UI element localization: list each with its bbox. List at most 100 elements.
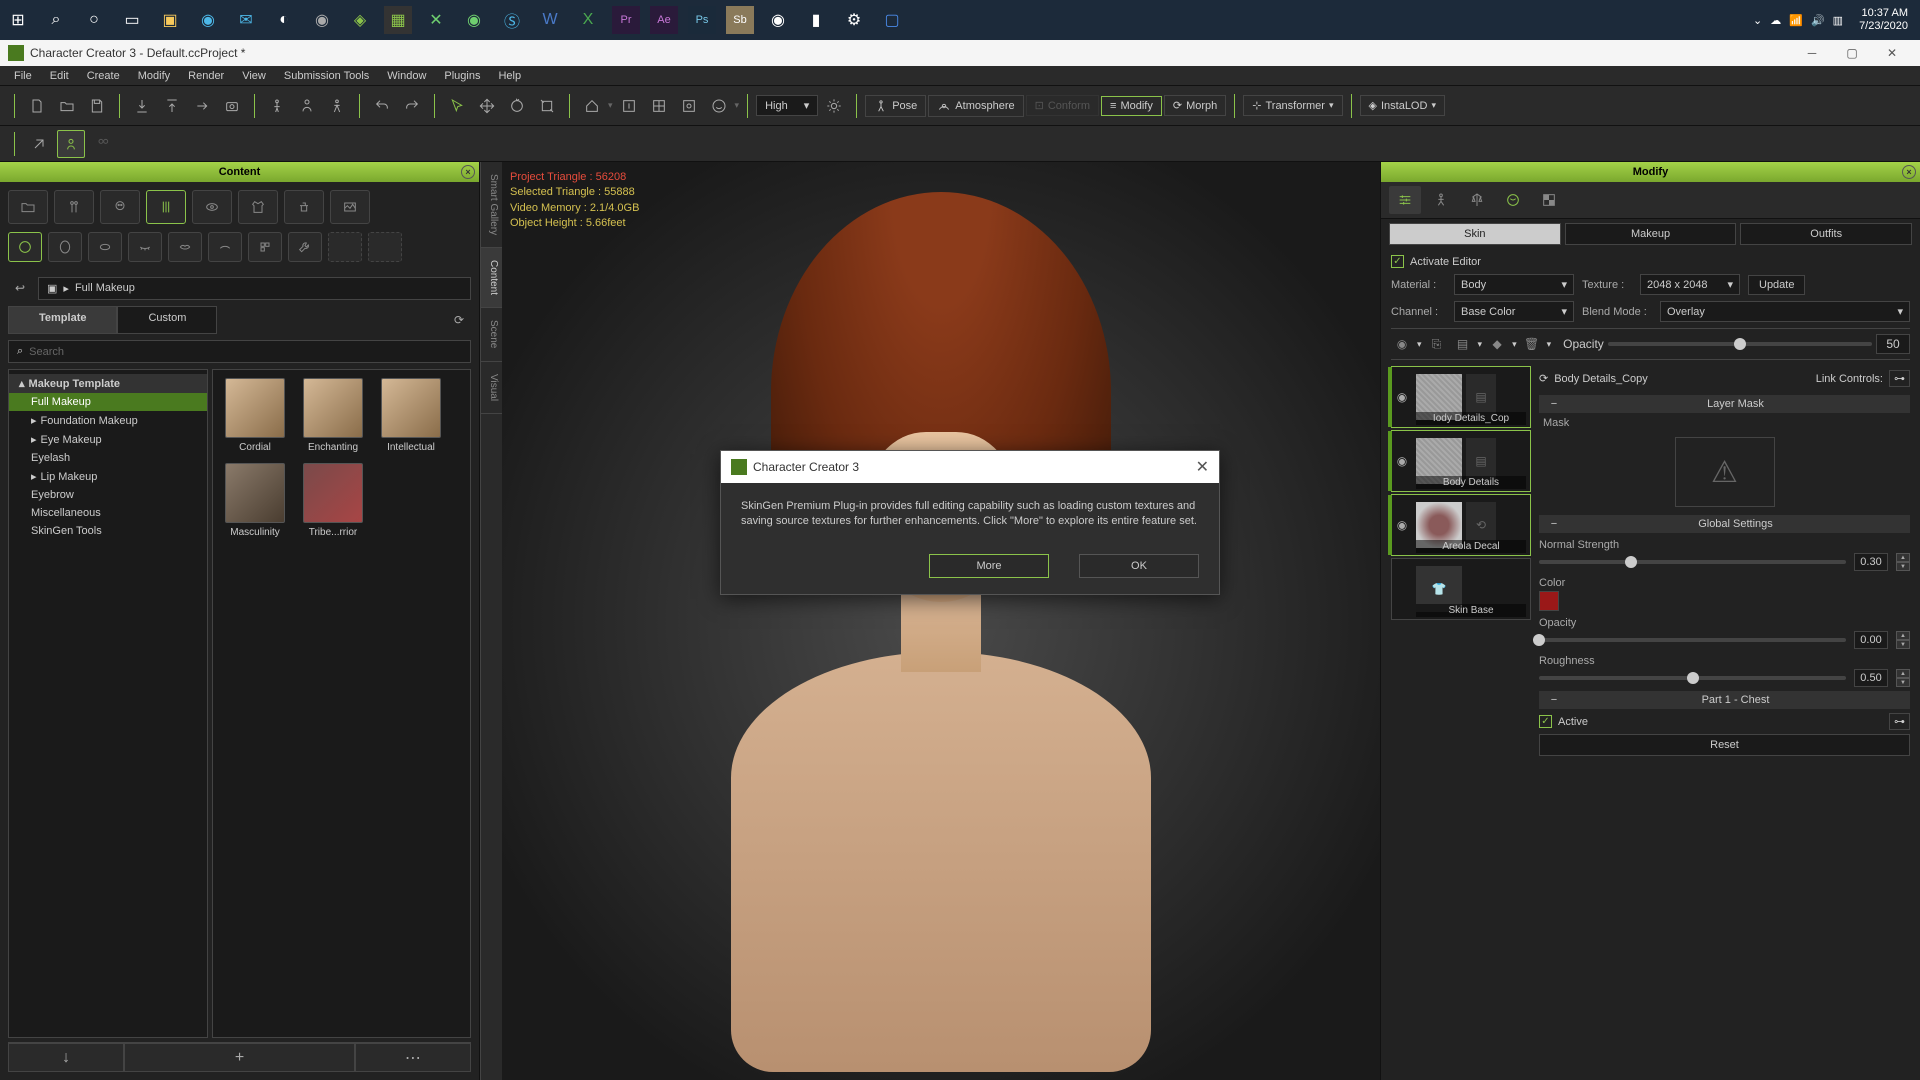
rotate-icon[interactable]: [503, 92, 531, 120]
cat-body-icon[interactable]: [54, 190, 94, 224]
layer-body-details[interactable]: ◉ ▤ Body Details: [1391, 430, 1531, 492]
premiere-icon[interactable]: Pr: [612, 6, 640, 34]
opacity-value[interactable]: 50: [1876, 334, 1910, 354]
cat-scene-icon[interactable]: [330, 190, 370, 224]
roughness-stepper[interactable]: ▲▼: [1896, 669, 1910, 687]
link-icon[interactable]: ⊶: [1889, 370, 1910, 387]
channel-select[interactable]: Base Color▾: [1454, 301, 1574, 322]
texture-select[interactable]: 2048 x 2048▾: [1640, 274, 1740, 295]
thumb-tribe[interactable]: Tribe...rrior: [299, 463, 367, 538]
menu-help[interactable]: Help: [490, 68, 529, 84]
sub-brow-icon[interactable]: [208, 232, 242, 262]
thumb-intellectual[interactable]: Intellectual: [377, 378, 445, 453]
layer-body-details-copy[interactable]: ◉ ▤ Iody Details_Cop: [1391, 366, 1531, 428]
sub-eye-icon[interactable]: [88, 232, 122, 262]
tab-template[interactable]: Template: [8, 306, 117, 334]
sub-tool-icon[interactable]: [288, 232, 322, 262]
sub-empty1[interactable]: [328, 232, 362, 262]
minimize-button[interactable]: ─: [1792, 41, 1832, 65]
side-tab-scene[interactable]: Scene: [481, 308, 502, 361]
grid3-icon[interactable]: [675, 92, 703, 120]
app2-icon[interactable]: ✕: [422, 6, 450, 34]
explorer-icon[interactable]: ▣: [156, 6, 184, 34]
tool-a-icon[interactable]: [25, 130, 53, 158]
tool-c-icon[interactable]: [89, 130, 117, 158]
menu-submission[interactable]: Submission Tools: [276, 68, 377, 84]
sub-face-icon[interactable]: [8, 232, 42, 262]
home-icon[interactable]: [578, 92, 606, 120]
select-icon[interactable]: [443, 92, 471, 120]
cat-shirt-icon[interactable]: [238, 190, 278, 224]
layer-vis-icon[interactable]: ◉: [1392, 390, 1412, 404]
tree-lip-makeup[interactable]: ▸Lip Makeup: [9, 467, 207, 486]
edge-icon[interactable]: ◉: [194, 6, 222, 34]
tree-misc[interactable]: Miscellaneous: [9, 504, 207, 522]
update-button[interactable]: Update: [1748, 275, 1805, 295]
sub-mask-icon[interactable]: [48, 232, 82, 262]
word-icon[interactable]: W: [536, 6, 564, 34]
modify-close-icon[interactable]: ×: [1902, 165, 1916, 179]
clock[interactable]: 10:37 AM 7/23/2020: [1851, 7, 1916, 33]
tree-eye-makeup[interactable]: ▸Eye Makeup: [9, 430, 207, 449]
section-layer-mask[interactable]: −Layer Mask: [1539, 395, 1910, 413]
normal-stepper[interactable]: ▲▼: [1896, 553, 1910, 571]
down-button[interactable]: ↓: [8, 1043, 124, 1072]
tree-foundation[interactable]: ▸Foundation Makeup: [9, 411, 207, 430]
close-button[interactable]: ✕: [1872, 41, 1912, 65]
side-tab-content[interactable]: Content: [481, 248, 502, 308]
mode-sliders-icon[interactable]: [1389, 186, 1421, 214]
tray-battery-icon[interactable]: ▥: [1833, 14, 1843, 27]
chrome-icon[interactable]: ◐: [270, 6, 298, 34]
active-checkbox[interactable]: ✓Active ⊶: [1539, 713, 1910, 730]
dialog-ok-button[interactable]: OK: [1079, 554, 1199, 578]
excel-icon[interactable]: X: [574, 6, 602, 34]
quality-dropdown[interactable]: High▾: [756, 95, 818, 116]
menu-plugins[interactable]: Plugins: [436, 68, 488, 84]
smiley-icon[interactable]: [705, 92, 733, 120]
thumb-enchanting[interactable]: Enchanting: [299, 378, 367, 453]
search-icon[interactable]: ⌕: [42, 6, 70, 34]
redo-icon[interactable]: [398, 92, 426, 120]
tree-root[interactable]: ▴Makeup Template: [9, 374, 207, 393]
side-tab-visual[interactable]: Visual: [481, 362, 502, 414]
layer-areola-decal[interactable]: ◉ ⟲ Areola Decal: [1391, 494, 1531, 556]
scale-icon[interactable]: [533, 92, 561, 120]
cat-acc-icon[interactable]: [284, 190, 324, 224]
dialog-titlebar[interactable]: Character Creator 3 ✕: [721, 451, 1219, 483]
app4-icon[interactable]: ◉: [764, 6, 792, 34]
pose-button[interactable]: Pose: [865, 95, 926, 117]
maximize-button[interactable]: ▢: [1832, 41, 1872, 65]
part-link-icon[interactable]: ⊶: [1889, 713, 1910, 730]
tree-skingen[interactable]: SkinGen Tools: [9, 522, 207, 540]
figure2-icon[interactable]: [293, 92, 321, 120]
menu-create[interactable]: Create: [79, 68, 128, 84]
mode-skin-icon[interactable]: [1497, 186, 1529, 214]
3d-viewport[interactable]: Project Triangle : 56208 Selected Triang…: [502, 162, 1380, 1080]
sub-empty2[interactable]: [368, 232, 402, 262]
mask-preview[interactable]: ⚠: [1675, 437, 1775, 507]
tab-skin[interactable]: Skin: [1389, 223, 1561, 245]
sub-lash-icon[interactable]: [128, 232, 162, 262]
tree-eyelash[interactable]: Eyelash: [9, 449, 207, 467]
figure1-icon[interactable]: [263, 92, 291, 120]
layers-icon[interactable]: ▤: [1452, 333, 1474, 355]
skype-icon[interactable]: Ⓢ: [498, 6, 526, 34]
new-icon[interactable]: [23, 92, 51, 120]
cc3-icon[interactable]: ▦: [384, 6, 412, 34]
import-icon[interactable]: [128, 92, 156, 120]
tab-outfits[interactable]: Outfits: [1740, 223, 1912, 245]
tree-full-makeup[interactable]: Full Makeup: [9, 393, 207, 411]
zoom-icon[interactable]: ▢: [878, 6, 906, 34]
grid2-icon[interactable]: [645, 92, 673, 120]
mode-pose-icon[interactable]: [1425, 186, 1457, 214]
opacity2-slider[interactable]: [1539, 638, 1846, 642]
instalod-button[interactable]: ◈InstaLOD▾: [1360, 95, 1445, 116]
modify-button[interactable]: ≡Modify: [1101, 96, 1162, 116]
add-button[interactable]: +: [124, 1043, 355, 1072]
tray-cloud-icon[interactable]: ☁: [1770, 14, 1781, 27]
mail-icon[interactable]: ✉: [232, 6, 260, 34]
cat-eye-icon[interactable]: [192, 190, 232, 224]
menu-window[interactable]: Window: [379, 68, 434, 84]
cat-head-icon[interactable]: [100, 190, 140, 224]
tab-makeup[interactable]: Makeup: [1565, 223, 1737, 245]
